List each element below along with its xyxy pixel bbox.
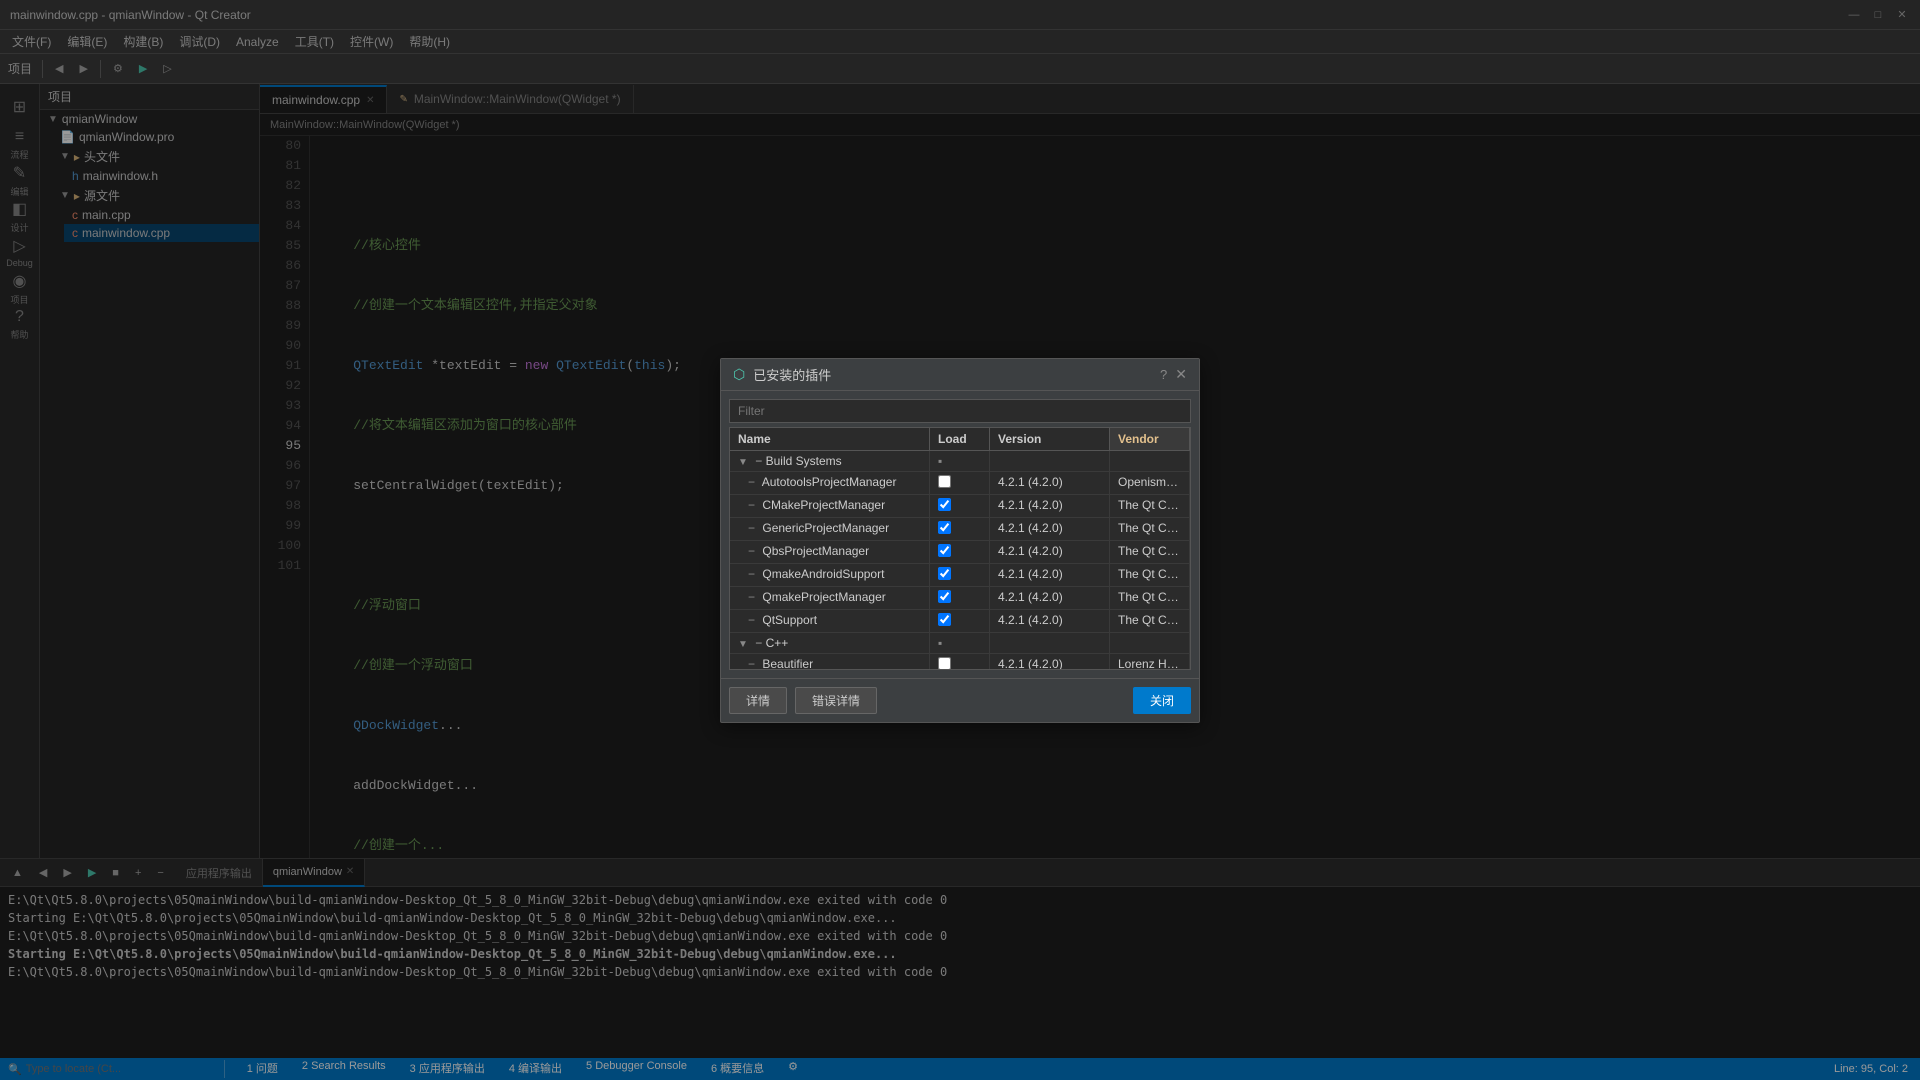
qtsupport-checkbox[interactable]: [938, 613, 951, 626]
dash-icon-8: −: [748, 613, 755, 627]
dash-icon-5: −: [748, 544, 755, 558]
modal-title-bar: ⬡ 已安装的插件 ? ✕: [721, 359, 1199, 391]
dash-icon-3: −: [748, 498, 755, 512]
dash-icon-4: −: [748, 521, 755, 535]
qtsupport-vendor: The Qt Compa...: [1110, 610, 1190, 632]
qmakepm-load[interactable]: [930, 587, 990, 609]
detail-button[interactable]: 详情: [729, 687, 787, 714]
dash-beautifier: −: [748, 657, 755, 670]
dash-icon-2: −: [748, 475, 755, 489]
row-cmakeprojectmanager[interactable]: − CMakeProjectManager 4.2.1 (4.2.0) The …: [730, 495, 1190, 518]
modal-filter-input[interactable]: [729, 399, 1191, 423]
group-build-systems[interactable]: ▼ − Build Systems ▪: [730, 451, 1190, 472]
genericpm-version: 4.2.1 (4.2.0): [990, 518, 1110, 540]
qmakepm-checkbox[interactable]: [938, 590, 951, 603]
modal-help-button[interactable]: ?: [1160, 367, 1167, 382]
qbspm-load[interactable]: [930, 541, 990, 563]
row-autotoolsprojectmanager[interactable]: − AutotoolsProjectManager 4.2.1 (4.2.0) …: [730, 472, 1190, 495]
genericpm-load[interactable]: [930, 518, 990, 540]
modal-title-text: 已安装的插件: [753, 365, 1152, 384]
modal-table-header: Name Load Version Vendor: [729, 427, 1191, 450]
beautifier-checkbox[interactable]: [938, 657, 951, 670]
expand-icon: ▼: [738, 457, 748, 468]
cmakepm-checkbox[interactable]: [938, 498, 951, 511]
beautifier-version: 4.2.1 (4.2.0): [990, 654, 1110, 670]
error-detail-button[interactable]: 错误详情: [795, 687, 877, 714]
dash-cpp-icon: −: [755, 636, 762, 650]
partial-check-icon: ▪: [938, 454, 942, 468]
row-qmakeprojectmanager[interactable]: − QmakeProjectManager 4.2.1 (4.2.0) The …: [730, 587, 1190, 610]
genericpm-vendor: The Qt Compa...: [1110, 518, 1190, 540]
cpp-group-load: ▪: [930, 633, 990, 653]
cmakepm-vendor: The Qt Compa...: [1110, 495, 1190, 517]
modal-table[interactable]: ▼ − Build Systems ▪ − AutotoolsProjectMa…: [729, 450, 1191, 670]
qbspm-name: − QbsProjectManager: [730, 541, 930, 563]
dash-icon: −: [755, 454, 762, 468]
qtsupport-load[interactable]: [930, 610, 990, 632]
build-systems-name: ▼ − Build Systems: [730, 451, 930, 471]
plugin-icon: ⬡: [733, 366, 745, 383]
col-header-load[interactable]: Load: [930, 428, 990, 450]
beautifier-load[interactable]: [930, 654, 990, 670]
qbspm-checkbox[interactable]: [938, 544, 951, 557]
build-systems-version: [990, 451, 1110, 471]
col-header-vendor[interactable]: Vendor: [1110, 428, 1190, 450]
modal-body: Name Load Version Vendor ▼ − Build Syste…: [721, 391, 1199, 678]
qmakeas-version: 4.2.1 (4.2.0): [990, 564, 1110, 586]
cpp-group-vendor: [1110, 633, 1190, 653]
cmakepm-load[interactable]: [930, 495, 990, 517]
autotoolspm-version: 4.2.1 (4.2.0): [990, 472, 1110, 494]
qmakepm-name: − QmakeProjectManager: [730, 587, 930, 609]
qmakeas-checkbox[interactable]: [938, 567, 951, 580]
build-systems-load: ▪: [930, 451, 990, 471]
cpp-group-version: [990, 633, 1110, 653]
qbspm-version: 4.2.1 (4.2.0): [990, 541, 1110, 563]
beautifier-name: − Beautifier: [730, 654, 930, 670]
genericpm-checkbox[interactable]: [938, 521, 951, 534]
row-qmakeandroidsupport[interactable]: − QmakeAndroidSupport 4.2.1 (4.2.0) The …: [730, 564, 1190, 587]
qtsupport-version: 4.2.1 (4.2.0): [990, 610, 1110, 632]
dash-icon-6: −: [748, 567, 755, 581]
row-qtsupport[interactable]: − QtSupport 4.2.1 (4.2.0) The Qt Compa..…: [730, 610, 1190, 633]
cpp-group-name: ▼ − C++: [730, 633, 930, 653]
beautifier-vendor: Lorenz Haas: [1110, 654, 1190, 670]
row-beautifier[interactable]: − Beautifier 4.2.1 (4.2.0) Lorenz Haas: [730, 654, 1190, 670]
cmakepm-version: 4.2.1 (4.2.0): [990, 495, 1110, 517]
autotoolspm-vendor: Openismus Gm...: [1110, 472, 1190, 494]
expand-cpp-icon: ▼: [738, 639, 748, 650]
genericpm-name: − GenericProjectManager: [730, 518, 930, 540]
qmakepm-vendor: The Qt Compa...: [1110, 587, 1190, 609]
row-qbsprojectmanager[interactable]: − QbsProjectManager 4.2.1 (4.2.0) The Qt…: [730, 541, 1190, 564]
build-systems-label: Build Systems: [766, 454, 842, 468]
autotoolspm-checkbox[interactable]: [938, 475, 951, 488]
build-systems-vendor: [1110, 451, 1190, 471]
modal-footer-left: 详情 错误详情: [729, 687, 877, 714]
dash-icon-7: −: [748, 590, 755, 604]
group-cpp[interactable]: ▼ − C++ ▪: [730, 633, 1190, 654]
modal-close-button[interactable]: ✕: [1175, 366, 1187, 383]
qbspm-vendor: The Qt Compa...: [1110, 541, 1190, 563]
autotoolspm-name: − AutotoolsProjectManager: [730, 472, 930, 494]
col-header-name[interactable]: Name: [730, 428, 930, 450]
qmakepm-version: 4.2.1 (4.2.0): [990, 587, 1110, 609]
modal-dialog: ⬡ 已安装的插件 ? ✕ Name Load Version Vendor ▼: [720, 358, 1200, 723]
col-header-version[interactable]: Version: [990, 428, 1110, 450]
cpp-group-label: C++: [766, 636, 789, 650]
qmakeas-name: − QmakeAndroidSupport: [730, 564, 930, 586]
close-dialog-button[interactable]: 关闭: [1133, 687, 1191, 714]
autotoolspm-load[interactable]: [930, 472, 990, 494]
qmakeas-vendor: The Qt Compa...: [1110, 564, 1190, 586]
modal-footer: 详情 错误详情 关闭: [721, 678, 1199, 722]
modal-overlay[interactable]: ⬡ 已安装的插件 ? ✕ Name Load Version Vendor ▼: [0, 0, 1920, 1080]
qmakeas-load[interactable]: [930, 564, 990, 586]
row-genericprojectmanager[interactable]: − GenericProjectManager 4.2.1 (4.2.0) Th…: [730, 518, 1190, 541]
qtsupport-name: − QtSupport: [730, 610, 930, 632]
cmakepm-name: − CMakeProjectManager: [730, 495, 930, 517]
cpp-partial-icon: ▪: [938, 636, 942, 650]
